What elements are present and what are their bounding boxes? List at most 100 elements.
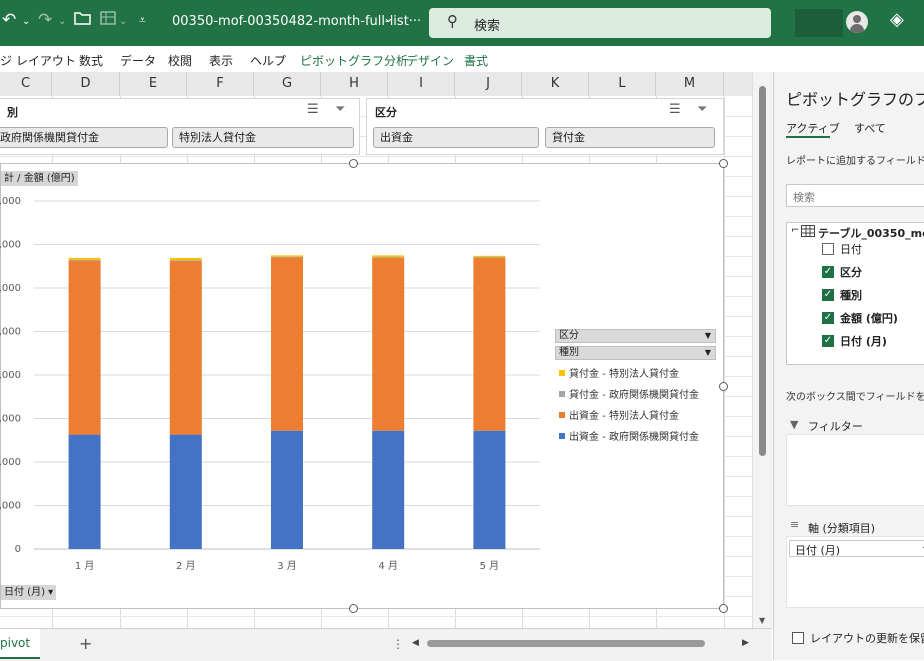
folder-open-icon[interactable] [74, 10, 92, 31]
tab-split-icon[interactable]: ⋮ [392, 637, 404, 651]
search-box[interactable]: ⚲ 検索 [429, 8, 771, 38]
tab-data[interactable]: データ [120, 52, 156, 69]
scroll-right-icon[interactable]: ▶ [742, 638, 749, 648]
redo-icon[interactable]: ↷ [38, 10, 52, 30]
filter-button-gov[interactable]: 政府関係機関貸付金 [0, 127, 168, 148]
multi-select-icon[interactable]: ☰ [307, 102, 319, 117]
undo-dropdown-icon[interactable]: ⌄ [22, 16, 30, 27]
column-header-e[interactable]: E [120, 72, 187, 96]
field-checkbox-month[interactable]: ✓ [822, 335, 834, 347]
multi-select-icon[interactable]: ☰ [669, 102, 681, 117]
account-name-area[interactable] [795, 9, 843, 37]
tab-review[interactable]: 校閲 [168, 52, 192, 69]
filter-icon: ▼ [790, 418, 799, 431]
resize-handle[interactable] [349, 604, 358, 613]
clear-filter-icon[interactable]: ⏷ [697, 102, 707, 117]
form-dropdown-icon[interactable]: ⌄ [119, 16, 127, 27]
field-label-type[interactable]: 種別 [840, 287, 862, 303]
bar-segment [271, 255, 303, 257]
x-tick-label: 1 月 [75, 560, 95, 572]
table-icon [801, 225, 815, 240]
column-header-f[interactable]: F [187, 72, 254, 96]
field-checkbox-amount[interactable]: ✓ [822, 312, 834, 324]
tab-format[interactable]: 書式 [464, 52, 488, 69]
resize-handle[interactable] [719, 604, 728, 613]
y-tick-label: ,000 [0, 327, 21, 338]
field-checkbox-date[interactable] [822, 243, 834, 255]
axis-drop-area[interactable]: 日付 (月) ⌄ [786, 536, 924, 608]
column-header-i[interactable]: I [388, 72, 455, 96]
redo-dropdown-icon[interactable]: ⌄ [58, 16, 66, 27]
sheet-tab-pivot[interactable]: pivot [0, 629, 40, 659]
field-list[interactable]: ⌐ テーブル_00350_mo 日付 ✓ 区分 ✓ 種別 ✓ 金額 (億円) ✓… [786, 222, 924, 365]
tab-all[interactable]: すべて [854, 120, 886, 136]
bar-segment [68, 434, 101, 549]
bar-segment [473, 255, 506, 258]
chevron-down-icon[interactable]: ⌄ [383, 11, 394, 26]
legend-item: 出資金 - 政府関係機関貸付金 [559, 428, 699, 443]
tab-active[interactable]: アクティブ [786, 120, 840, 136]
form-icon[interactable] [100, 10, 118, 31]
bar-segment [372, 430, 405, 549]
bar-segment [473, 257, 506, 258]
customize-qat-icon[interactable]: ⩡ [139, 13, 146, 28]
y-tick-label: 0 [15, 544, 21, 555]
tab-design[interactable]: デザイン [406, 52, 454, 69]
field-label-month[interactable]: 日付 (月) [840, 333, 887, 349]
scroll-down-icon[interactable]: ▼ [759, 616, 765, 625]
column-header-k[interactable]: K [522, 72, 589, 96]
column-header-m[interactable]: M [656, 72, 724, 96]
column-header-g[interactable]: G [254, 72, 321, 96]
column-header-c[interactable]: C [0, 72, 52, 96]
horizontal-scroll-thumb[interactable] [427, 640, 705, 647]
field-checkbox-category[interactable]: ✓ [822, 266, 834, 278]
column-header-j[interactable]: J [455, 72, 522, 96]
resize-handle[interactable] [719, 382, 728, 391]
field-label-date[interactable]: 日付 [840, 241, 862, 257]
defer-update-checkbox[interactable] [792, 632, 804, 644]
legend-field-category[interactable]: 区分 ▼ [555, 329, 716, 343]
filter-button-special[interactable]: 特別法人貸付金 [172, 127, 354, 148]
filter-button-investment[interactable]: 出資金 [373, 127, 539, 148]
filter-area-label: フィルター [808, 420, 863, 433]
tab-pivotchart-analyze[interactable]: ピボットグラフ分析 [300, 52, 408, 69]
undo-icon[interactable]: ↶ [2, 10, 16, 30]
filter-pane-category[interactable]: 区分 ☰ ⏷ 出資金 貸付金 [366, 98, 724, 155]
bar-segment [169, 260, 202, 262]
column-header-d[interactable]: D [52, 72, 120, 96]
collapse-icon[interactable]: ⌐ [791, 225, 799, 236]
ribbon-tabs: ジ レイアウト 数式 データ 校閲 表示 ヘルプ ピボットグラフ分析 デザイン … [0, 46, 924, 73]
axis-area-label: 軸 (分類項目) [808, 522, 876, 535]
premium-diamond-icon[interactable]: ◈ [890, 9, 904, 30]
legend-field-type[interactable]: 種別 ▼ [555, 346, 716, 360]
filter-pane-type[interactable]: 別 ☰ ⏷ 政府関係機関貸付金 特別法人貸付金 [0, 98, 360, 155]
bar-segment [473, 430, 506, 549]
avatar[interactable] [846, 11, 868, 33]
resize-handle[interactable] [719, 159, 728, 168]
filter-button-loan[interactable]: 貸付金 [545, 127, 715, 148]
field-search-input[interactable]: 検索 [786, 184, 924, 207]
field-checkbox-type[interactable]: ✓ [822, 289, 834, 301]
filter-pane-title: 区分 [375, 106, 397, 119]
clear-filter-icon[interactable]: ⏷ [335, 102, 345, 117]
vertical-scrollbar[interactable]: ▼ [752, 72, 773, 628]
scroll-thumb[interactable] [759, 86, 766, 456]
field-label-category[interactable]: 区分 [840, 264, 862, 280]
x-tick-label: 2 月 [176, 560, 196, 572]
add-sheet-button[interactable]: + [79, 634, 92, 653]
filter-drop-area[interactable] [786, 434, 924, 506]
tab-page-layout[interactable]: ジ レイアウト [0, 52, 76, 69]
axis-field-item[interactable]: 日付 (月) ⌄ [789, 540, 924, 557]
column-header-h[interactable]: H [321, 72, 388, 96]
scroll-left-icon[interactable]: ◀ [412, 638, 419, 648]
tab-view[interactable]: 表示 [209, 52, 233, 69]
legend-item: 貸付金 - 政府関係機関貸付金 [559, 386, 699, 401]
resize-handle[interactable] [349, 159, 358, 168]
field-label-amount[interactable]: 金額 (億円) [840, 310, 898, 326]
tab-formulas[interactable]: 数式 [79, 52, 103, 69]
tab-help[interactable]: ヘルプ [250, 52, 286, 69]
filter-pane-title: 別 [7, 106, 18, 119]
column-header-l[interactable]: L [589, 72, 656, 96]
pivot-chart[interactable]: 計 / 金額 (億円) 日付 (月) ▾ ,000,000,000,000,00… [0, 159, 728, 613]
pane-title: ピボットグラフのフィ [786, 90, 924, 109]
